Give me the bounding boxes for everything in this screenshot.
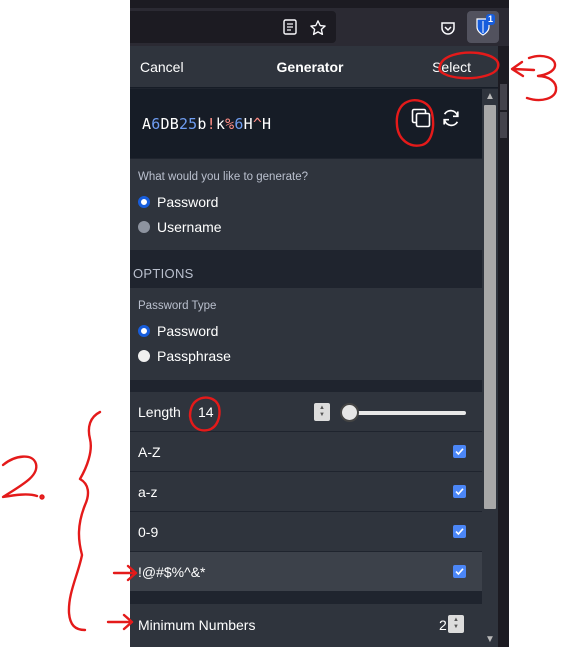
radio-button-selected[interactable] [138,196,150,208]
check-row-uppercase[interactable]: A-Z [130,432,482,472]
bitwarden-extension-button[interactable]: 1 [467,11,499,43]
radio-label: Password [157,323,219,339]
length-label: Length [138,404,181,420]
check-row-lowercase[interactable]: a-z [130,472,482,512]
password-char: DB [160,115,179,133]
password-char: % [225,115,235,133]
popup-header: Cancel Generator Select [130,46,498,88]
radio-password-type-password[interactable]: Password [138,323,218,339]
options-heading: OPTIONS [133,266,194,281]
minimum-numbers-stepper[interactable]: ▲ ▼ [448,615,464,633]
annotation-label-2: 2. [39,486,41,488]
annotation-brace [67,410,102,632]
reader-view-icon[interactable] [281,18,299,36]
password-char: H [262,115,272,133]
bookmark-star-icon[interactable] [308,18,328,38]
annotation-arrow-minimum [106,613,134,631]
radio-label: Passphrase [157,348,231,364]
scrollbar-thumb[interactable] [484,105,496,509]
scroll-up-icon[interactable]: ▲ [485,91,495,102]
check-label: A-Z [138,444,161,460]
length-stepper[interactable]: ▲ ▼ [314,403,330,421]
regenerate-icon[interactable] [440,107,462,129]
length-slider-handle[interactable] [340,403,359,422]
copy-icon[interactable] [410,107,432,129]
generated-password: A6DB25b!k%6H^H [142,115,271,133]
password-char: b [197,115,207,133]
check-label: a-z [138,484,158,500]
minimum-numbers-label: Minimum Numbers [138,617,256,633]
pocket-icon[interactable] [439,19,457,37]
annotation-number-2 [1,455,39,499]
radio-password[interactable]: Password [138,194,218,210]
numbers-checkbox[interactable] [453,525,466,538]
annotation-number-3 [525,54,558,102]
check-row-special[interactable]: !@#$%^&* [130,552,482,592]
annotation-arrow-select [511,67,536,72]
radio-button[interactable] [138,221,150,233]
minimum-numbers-row: Minimum Numbers 2 ▲ ▼ [130,604,482,647]
radio-button[interactable] [138,350,150,362]
check-label: 0-9 [138,524,159,540]
password-char: k [215,115,226,133]
special-checkbox[interactable] [453,565,466,578]
check-label: !@#$%^&* [138,564,206,580]
minimum-numbers-value[interactable]: 2 [439,617,447,633]
browser-titlebar [130,0,509,8]
scroll-down-icon[interactable]: ▼ [485,634,495,645]
radio-label: Password [157,194,219,210]
password-char: A [142,115,152,133]
annotation-label-3: 3 [545,79,546,81]
password-char: H [243,115,253,133]
select-button[interactable]: Select [432,59,471,75]
radio-button-selected[interactable] [138,325,150,337]
uppercase-checkbox[interactable] [453,445,466,458]
password-type-section: Password Type Password Passphrase [130,288,482,380]
password-char: 6 [234,115,244,133]
radio-label: Username [157,219,222,235]
length-slider-track[interactable] [341,411,466,415]
radio-password-type-passphrase[interactable]: Passphrase [138,348,231,364]
address-bar[interactable] [130,11,336,43]
popup-scrollbar[interactable]: ▲ ▼ [482,89,498,647]
radio-username[interactable]: Username [138,219,222,235]
check-row-numbers[interactable]: 0-9 [130,512,482,552]
generator-popup: Cancel Generator Select A6DB25b!k%6H^H W… [130,46,498,647]
generate-type-section: What would you like to generate? Passwor… [130,159,482,250]
extension-badge: 1 [485,14,495,25]
length-value[interactable]: 14 [198,404,214,420]
length-row: Length 14 ▲ ▼ [130,392,482,432]
password-type-label: Password Type [138,300,217,312]
lowercase-checkbox[interactable] [453,485,466,498]
password-char: ^ [252,115,263,133]
password-char: ! [206,115,216,133]
generate-question: What would you like to generate? [138,171,309,183]
password-char: 25 [178,115,198,133]
page-edge-strip [498,46,509,647]
